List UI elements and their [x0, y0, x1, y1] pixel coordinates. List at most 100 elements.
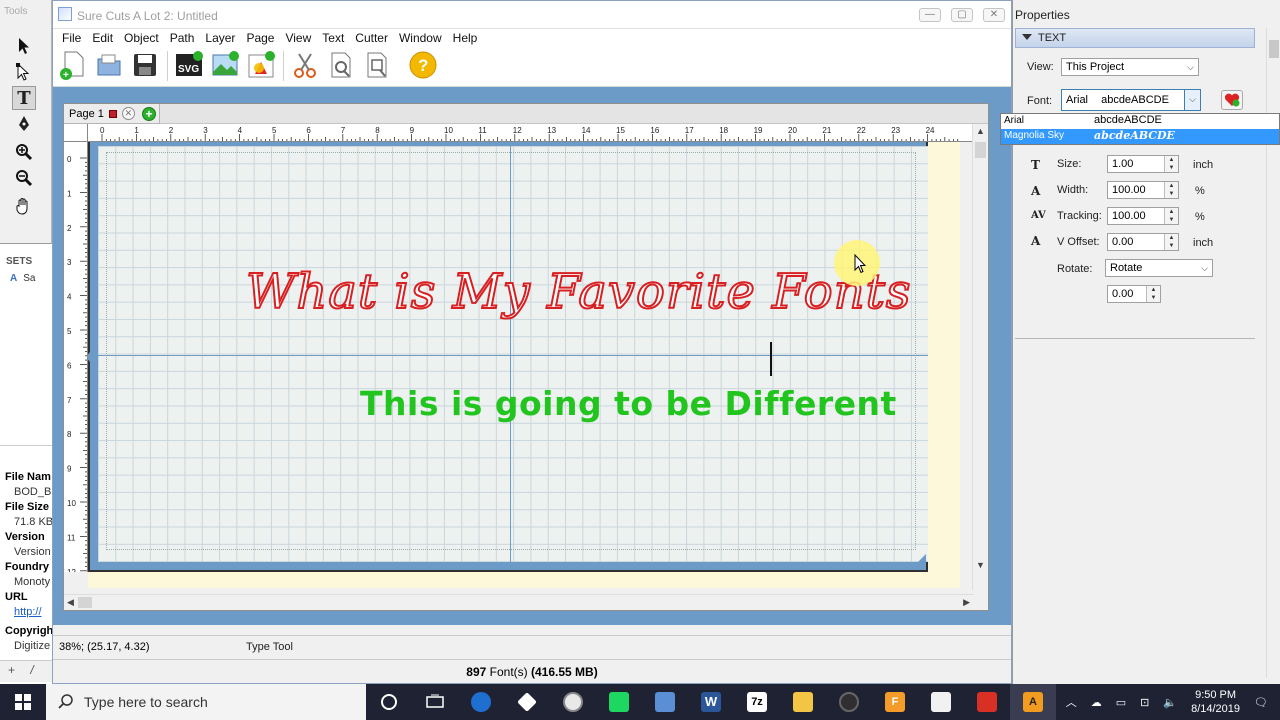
- mat-left-arrow-icon[interactable]: [88, 342, 98, 372]
- notifications-icon[interactable]: 🗨: [1254, 696, 1268, 709]
- menu-page[interactable]: Page: [241, 29, 280, 47]
- scroll-left-icon[interactable]: ◀: [67, 597, 74, 608]
- save-icon[interactable]: [129, 49, 161, 81]
- menu-window[interactable]: Window: [394, 29, 448, 47]
- horizontal-scrollbar[interactable]: ◀ ▶: [64, 594, 974, 610]
- menu-cutter[interactable]: Cutter: [350, 29, 394, 47]
- vertical-scrollbar[interactable]: ▲ ▼: [972, 124, 988, 590]
- spotify-icon[interactable]: [596, 684, 642, 720]
- 7zip-icon[interactable]: 7z: [734, 684, 780, 720]
- mat-resize-handle[interactable]: [910, 554, 926, 570]
- text-object-favorite-fonts[interactable]: What is My Favorite Fonts: [245, 263, 912, 321]
- size-stepper[interactable]: ▲ ▼: [1164, 156, 1178, 172]
- properties-scroll-thumb[interactable]: [1269, 40, 1279, 58]
- edge-browser-icon[interactable]: [458, 684, 504, 720]
- cloud-icon[interactable]: ☁: [1091, 696, 1102, 709]
- open-folder-icon[interactable]: [93, 49, 125, 81]
- zoom-in-tool-icon[interactable]: [12, 140, 36, 164]
- font-option-selected[interactable]: Magnolia Sky abcdeABCDE: [1001, 129, 1279, 144]
- horizontal-scroll-thumb[interactable]: [78, 597, 92, 608]
- sets-item[interactable]: A Sa: [0, 267, 52, 284]
- print-preview-icon[interactable]: [361, 49, 393, 81]
- tools-panel-title: Tools: [4, 6, 28, 17]
- minimize-button[interactable]: —: [919, 8, 941, 22]
- size-input[interactable]: 1.00 ▲ ▼: [1107, 155, 1179, 173]
- search-icon: [58, 694, 73, 709]
- menu-text[interactable]: Text: [317, 29, 350, 47]
- cortana-icon[interactable]: [366, 684, 412, 720]
- taskbar-search[interactable]: Type here to search: [46, 684, 366, 720]
- menu-layer[interactable]: Layer: [200, 29, 241, 47]
- rotate-stepper[interactable]: ▲ ▼: [1146, 286, 1160, 302]
- font-select[interactable]: Arial abcdeABCDE ⌵: [1061, 89, 1201, 111]
- url-link[interactable]: http://: [0, 605, 52, 620]
- import-image-icon[interactable]: [209, 49, 241, 81]
- battery-icon[interactable]: ▭: [1116, 696, 1126, 709]
- hand-tool-icon[interactable]: [12, 194, 36, 218]
- v-offset-input[interactable]: 0.00 ▲ ▼: [1107, 233, 1179, 251]
- new-document-icon[interactable]: +: [57, 49, 89, 81]
- start-button[interactable]: [0, 684, 46, 720]
- preview-icon[interactable]: [325, 49, 357, 81]
- mat-grid[interactable]: What is My Favorite Fonts This is going …: [98, 146, 928, 562]
- close-page-icon[interactable]: ✕: [121, 107, 135, 120]
- chevron-down-icon: ⌵: [1187, 62, 1194, 72]
- image-viewer-icon[interactable]: [642, 684, 688, 720]
- app-active-icon[interactable]: A: [1010, 684, 1056, 720]
- add-shape-icon[interactable]: [245, 49, 277, 81]
- width-stepper[interactable]: ▲ ▼: [1164, 182, 1178, 198]
- tracking-stepper[interactable]: ▲ ▼: [1164, 208, 1178, 224]
- vertical-scroll-thumb[interactable]: [975, 142, 986, 158]
- calculator-icon[interactable]: [918, 684, 964, 720]
- sure-cuts-icon[interactable]: [550, 684, 596, 720]
- favorite-font-button[interactable]: [1221, 90, 1243, 110]
- view-select[interactable]: This Project ⌵: [1061, 58, 1199, 76]
- font-manager-icon[interactable]: F: [872, 684, 918, 720]
- cut-scissors-icon[interactable]: [289, 49, 321, 81]
- text-object-different[interactable]: This is going to be Different: [360, 384, 897, 423]
- vertical-ruler[interactable]: 0123456789101112: [64, 142, 88, 572]
- edit-icon[interactable]: /: [30, 663, 33, 677]
- width-label: Width:: [1057, 184, 1089, 196]
- type-tool-icon[interactable]: T: [12, 86, 36, 110]
- chevron-down-icon[interactable]: ⌵: [1184, 90, 1200, 110]
- rotate-select[interactable]: Rotate ⌵: [1105, 259, 1213, 277]
- file-explorer-icon[interactable]: [780, 684, 826, 720]
- close-button[interactable]: ✕: [983, 8, 1005, 22]
- text-section-header[interactable]: TEXT: [1015, 28, 1255, 48]
- menu-view[interactable]: View: [280, 29, 317, 47]
- volume-icon[interactable]: 🔈: [1163, 696, 1177, 709]
- scroll-right-icon[interactable]: ▶: [963, 597, 970, 608]
- v-offset-stepper[interactable]: ▲ ▼: [1164, 234, 1178, 250]
- menu-object[interactable]: Object: [119, 29, 165, 47]
- chevron-up-icon[interactable]: ︿: [1066, 694, 1077, 710]
- clock[interactable]: 9:50 PM 8/14/2019: [1191, 688, 1240, 716]
- width-input[interactable]: 100.00 ▲ ▼: [1107, 181, 1179, 199]
- word-icon[interactable]: W: [688, 684, 734, 720]
- add-icon[interactable]: +: [8, 663, 15, 677]
- canvas-area[interactable]: What is My Favorite Fonts This is going …: [88, 142, 960, 588]
- scroll-up-icon[interactable]: ▲: [976, 126, 985, 136]
- horizontal-ruler[interactable]: 0 1 2 3 4 5 6 7 8 9 10 11 12 13 14 15 16 17 18 19 20 21 22 23 24: [88, 124, 974, 142]
- calendar-icon[interactable]: [964, 684, 1010, 720]
- menu-path[interactable]: Path: [165, 29, 201, 47]
- task-view-icon[interactable]: [412, 684, 458, 720]
- rotate-input[interactable]: 0.00 ▲ ▼: [1107, 285, 1161, 303]
- menu-help[interactable]: Help: [448, 29, 484, 47]
- pen-tool-icon[interactable]: [12, 112, 36, 136]
- obs-icon[interactable]: [826, 684, 872, 720]
- network-icon[interactable]: ⊡: [1140, 696, 1149, 709]
- menu-edit[interactable]: Edit: [87, 29, 119, 47]
- import-svg-icon[interactable]: SVG: [173, 49, 205, 81]
- select-tool-icon[interactable]: [12, 34, 36, 58]
- add-page-icon[interactable]: +: [142, 107, 156, 121]
- scroll-down-icon[interactable]: ▼: [976, 560, 985, 570]
- menu-file[interactable]: File: [57, 29, 87, 47]
- node-edit-tool-icon[interactable]: [12, 60, 36, 84]
- help-icon[interactable]: ?: [407, 49, 439, 81]
- tracking-input[interactable]: 100.00 ▲ ▼: [1107, 207, 1179, 225]
- inkscape-icon[interactable]: [504, 684, 550, 720]
- font-option[interactable]: Arial abcdeABCDE: [1001, 114, 1279, 129]
- maximize-button[interactable]: ▢: [951, 8, 973, 22]
- zoom-out-tool-icon[interactable]: [12, 166, 36, 190]
